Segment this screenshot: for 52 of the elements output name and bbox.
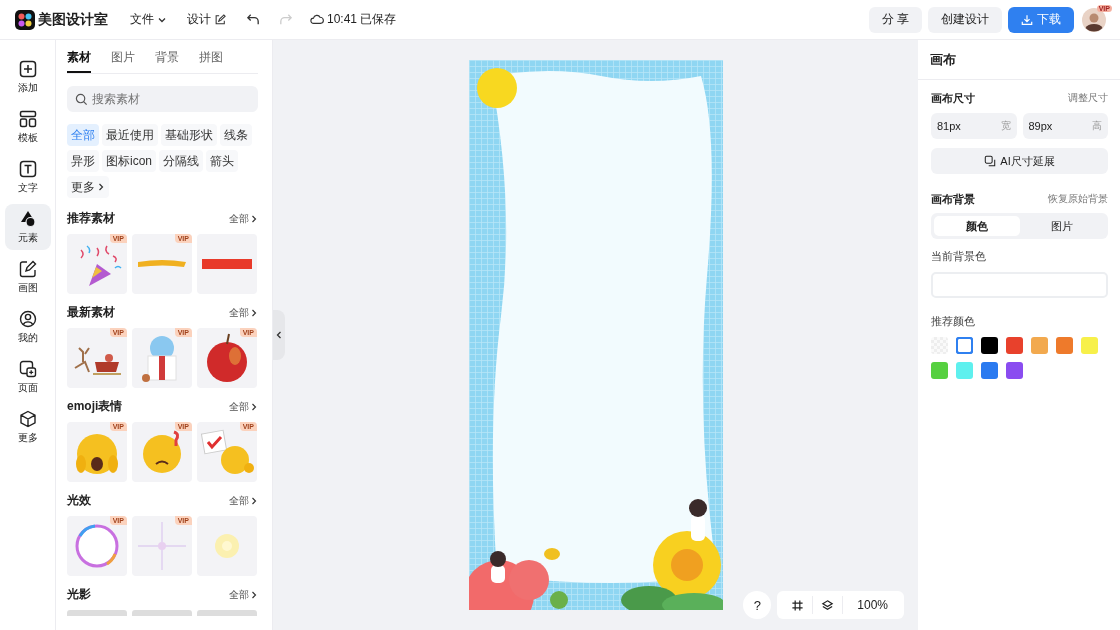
filter-tag[interactable]: 全部	[67, 124, 99, 146]
tab[interactable]: 素材	[67, 40, 91, 73]
unit-label: 宽	[1000, 119, 1011, 133]
segment-tab[interactable]: 颜色	[934, 216, 1020, 236]
panel-title: 画布	[918, 40, 1120, 80]
app-name: 美图设计室	[38, 10, 108, 29]
tab[interactable]: 拼图	[199, 40, 223, 73]
save-status: 10:41 已保存	[327, 11, 397, 28]
tab[interactable]: 背景	[155, 40, 179, 73]
more-button[interactable]: 更多	[67, 176, 109, 198]
sidebar-item[interactable]: 画图	[4, 254, 51, 300]
field-label: 推荐颜色	[931, 314, 976, 329]
section-title: 画布背景	[931, 191, 975, 207]
section-title: emoji表情	[67, 398, 123, 415]
menu-button[interactable]: 设计	[187, 11, 226, 28]
filter-tag[interactable]: 线条	[220, 124, 252, 146]
see-all-link[interactable]: 全部	[229, 399, 258, 414]
see-all-link[interactable]: 全部	[229, 493, 258, 508]
field-label: 当前背景色	[931, 249, 987, 264]
see-all-link[interactable]: 全部	[229, 587, 258, 602]
sidebar-item[interactable]: 我的	[4, 304, 51, 350]
segment-tab[interactable]: 图片	[1019, 216, 1105, 236]
sidebar-item[interactable]: 添加	[4, 54, 51, 100]
filter-tag[interactable]: 异形	[67, 150, 99, 172]
toolbar-button[interactable]: 分 享	[868, 6, 922, 33]
unit-label: 高	[1092, 119, 1102, 133]
filter-tag[interactable]: 图标icon	[102, 150, 156, 172]
section-title: 画布尺寸	[931, 90, 975, 106]
sidebar-item[interactable]: 页面	[4, 354, 51, 400]
sidebar-item[interactable]: 文字	[4, 154, 51, 200]
filter-tag[interactable]: 分隔线	[159, 150, 203, 172]
menu-button[interactable]: 文件	[130, 11, 167, 28]
filter-tag[interactable]: 基础形状	[161, 124, 217, 146]
section-title: 推荐素材	[67, 210, 115, 227]
section-title: 光效	[67, 492, 91, 509]
tab[interactable]: 图片	[111, 40, 135, 73]
filter-tag[interactable]: 最近使用	[102, 124, 158, 146]
section-title: 光影	[67, 586, 91, 603]
resize-link[interactable]: 调整尺寸	[1068, 91, 1108, 105]
section-title: 最新素材	[67, 304, 115, 321]
see-all-link[interactable]: 全部	[229, 305, 258, 320]
sidebar-item[interactable]: 模板	[4, 104, 51, 150]
search-field[interactable]: 搜索素材	[67, 86, 258, 112]
see-all-link[interactable]: 全部	[229, 211, 258, 226]
restore-link[interactable]: 恢复原始背景	[1048, 192, 1108, 206]
sidebar-item[interactable]: 更多	[4, 404, 51, 450]
toolbar-button[interactable]: 创建设计	[928, 6, 1002, 33]
ai-extend-button[interactable]: AI尺寸延展	[931, 148, 1108, 174]
download-button[interactable]: 下载	[1008, 6, 1074, 33]
help-button[interactable]: ?	[743, 591, 772, 619]
filter-tag[interactable]: 箭头	[206, 150, 238, 172]
sidebar-item[interactable]: 元素	[4, 204, 51, 250]
